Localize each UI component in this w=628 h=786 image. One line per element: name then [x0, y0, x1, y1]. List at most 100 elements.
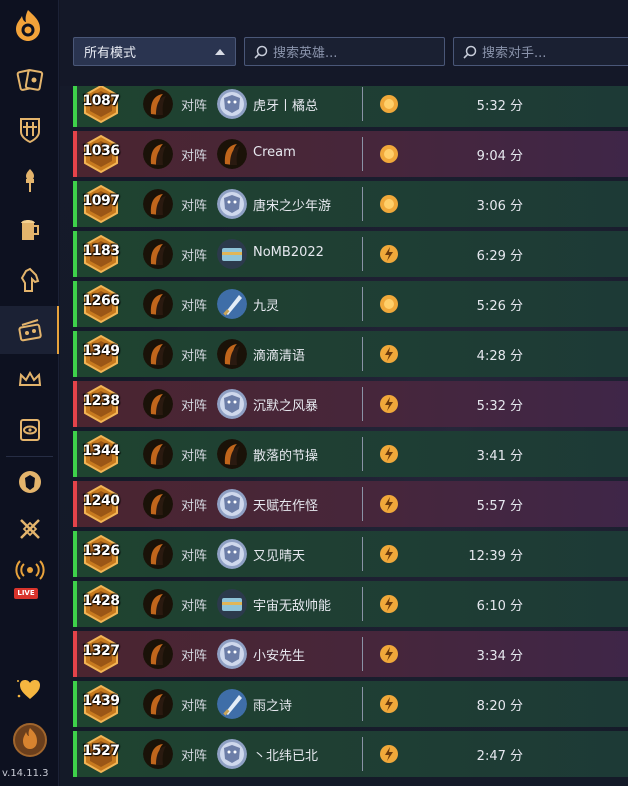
opponent-hero-portrait-icon — [217, 189, 247, 219]
my-hero-portrait-icon — [143, 339, 173, 369]
filter-bar: 所有模式 搜索英雄... 搜索对手... — [60, 0, 628, 86]
sidebar-item-favorites[interactable] — [0, 665, 59, 713]
opponent-name: 天赋在作怪 — [253, 499, 319, 514]
result-bar — [73, 81, 77, 127]
match-duration: 4:28 分 — [476, 349, 523, 364]
tankard-icon — [20, 220, 39, 240]
sidebar-item-collection[interactable] — [0, 56, 59, 104]
row-separator — [362, 187, 363, 221]
match-row[interactable]: 1183 对阵 NoMB2022 6:29 分 — [73, 231, 628, 277]
rating-value: 1326 — [82, 543, 120, 559]
result-bar — [73, 731, 77, 777]
row-separator — [362, 287, 363, 321]
sidebar-item-duels[interactable] — [0, 505, 59, 553]
rating-value: 1344 — [82, 443, 120, 459]
opponent-search-placeholder: 搜索对手... — [482, 46, 547, 61]
second-player-coin-icon — [380, 495, 398, 513]
rating-value: 1036 — [82, 143, 120, 159]
match-row[interactable]: 1428 对阵 宇宙无敌帅能 6:10 分 — [73, 581, 628, 627]
sidebar-item-profile[interactable] — [0, 716, 59, 764]
my-hero-portrait-icon — [143, 489, 173, 519]
second-player-coin-icon — [380, 695, 398, 713]
second-player-coin-icon — [380, 245, 398, 263]
rating-value: 1097 — [82, 193, 120, 209]
my-hero-portrait-icon — [143, 89, 173, 119]
torch-icon — [25, 169, 34, 192]
opponent-name: 虎牙丨橘总 — [253, 99, 319, 114]
opponent-name: 丶北纬已北 — [253, 749, 319, 764]
opponent-hero-portrait-icon — [217, 439, 247, 469]
match-duration: 5:26 分 — [476, 299, 523, 314]
app-logo-icon[interactable] — [10, 8, 46, 44]
sidebar-item-heroes[interactable] — [0, 458, 59, 506]
live-badge: LIVE — [14, 588, 38, 599]
row-separator — [362, 587, 363, 621]
my-hero-portrait-icon — [143, 189, 173, 219]
vs-label: 对阵 — [181, 749, 208, 764]
opponent-name: 滴滴清语 — [253, 349, 306, 364]
vs-label: 对阵 — [181, 699, 208, 714]
match-duration: 5:32 分 — [476, 99, 523, 114]
my-hero-portrait-icon — [143, 689, 173, 719]
match-row[interactable]: 1326 对阵 又见晴天 12:39 分 — [73, 531, 628, 577]
match-duration: 2:47 分 — [476, 749, 523, 764]
match-row[interactable]: 1439 对阵 雨之诗 8:20 分 — [73, 681, 628, 727]
sidebar-item-battlegrounds[interactable] — [0, 306, 59, 354]
result-bar — [73, 581, 77, 627]
opponent-name: 散落的节操 — [253, 449, 319, 464]
vs-label: 对阵 — [181, 249, 208, 264]
match-row[interactable]: 1349 对阵 滴滴清语 4:28 分 — [73, 331, 628, 377]
shield-grid-icon — [19, 118, 40, 144]
hero-search-input[interactable]: 搜索英雄... — [244, 37, 445, 66]
main-panel: 1087 对阵 虎牙丨橘总 5:32 分 1036 对阵 Cream 9:04 分 1097 对阵… — [60, 0, 628, 786]
app-version: v.14.11.3 — [2, 768, 49, 779]
vs-label: 对阵 — [181, 649, 208, 664]
sidebar-item-replays[interactable] — [0, 406, 59, 454]
match-row[interactable]: 1036 对阵 Cream 9:04 分 — [73, 131, 628, 177]
opponent-name: 沉默之风暴 — [253, 399, 319, 414]
my-hero-portrait-icon — [143, 539, 173, 569]
match-row[interactable]: 1238 对阵 沉默之风暴 5:32 分 — [73, 381, 628, 427]
second-player-coin-icon — [380, 345, 398, 363]
row-separator — [362, 537, 363, 571]
vs-label: 对阵 — [181, 349, 208, 364]
search-icon — [463, 45, 477, 59]
match-row[interactable]: 1266 对阵 九灵 5:26 分 — [73, 281, 628, 327]
first-player-coin-icon — [380, 145, 398, 163]
sidebar-item-arena[interactable] — [0, 156, 59, 204]
row-separator — [362, 487, 363, 521]
row-separator — [362, 637, 363, 671]
vs-label: 对阵 — [181, 199, 208, 214]
caret-up-icon — [215, 49, 225, 55]
opponent-hero-portrait-icon — [217, 289, 247, 319]
battlegrounds-icon — [17, 319, 42, 342]
match-row[interactable]: 1344 对阵 散落的节操 3:41 分 — [73, 431, 628, 477]
mode-select[interactable]: 所有模式 — [73, 37, 236, 66]
match-row[interactable]: 1087 对阵 虎牙丨橘总 5:32 分 — [73, 81, 628, 127]
opponent-name: 九灵 — [253, 299, 280, 314]
opponent-search-input[interactable]: 搜索对手... — [453, 37, 628, 66]
vs-label: 对阵 — [181, 449, 208, 464]
hero-icon — [18, 471, 41, 493]
match-row[interactable]: 1527 对阵 丶北纬已北 2:47 分 — [73, 731, 628, 777]
sidebar-item-leaderboard[interactable] — [0, 356, 59, 404]
opponent-name: Cream — [253, 145, 296, 160]
sidebar-item-decks[interactable] — [0, 106, 59, 154]
opponent-name: 雨之诗 — [253, 699, 293, 714]
crossed-swords-icon — [19, 519, 40, 539]
sidebar-item-tavern[interactable] — [0, 206, 59, 254]
match-row[interactable]: 1240 对阵 天赋在作怪 5:57 分 — [73, 481, 628, 527]
my-hero-portrait-icon — [143, 589, 173, 619]
vs-label: 对阵 — [181, 299, 208, 314]
my-hero-portrait-icon — [143, 639, 173, 669]
vs-label: 对阵 — [181, 549, 208, 564]
rating-value: 1439 — [82, 693, 120, 709]
second-player-coin-icon — [380, 595, 398, 613]
sidebar-item-mercenaries[interactable] — [0, 256, 59, 304]
match-row[interactable]: 1327 对阵 小安先生 3:34 分 — [73, 631, 628, 677]
match-row[interactable]: 1097 对阵 唐宋之少年游 3:06 分 — [73, 181, 628, 227]
opponent-hero-portrait-icon — [217, 139, 247, 169]
cards-icon — [16, 69, 43, 91]
opponent-hero-portrait-icon — [217, 239, 247, 269]
hero-search-placeholder: 搜索英雄... — [273, 46, 338, 61]
